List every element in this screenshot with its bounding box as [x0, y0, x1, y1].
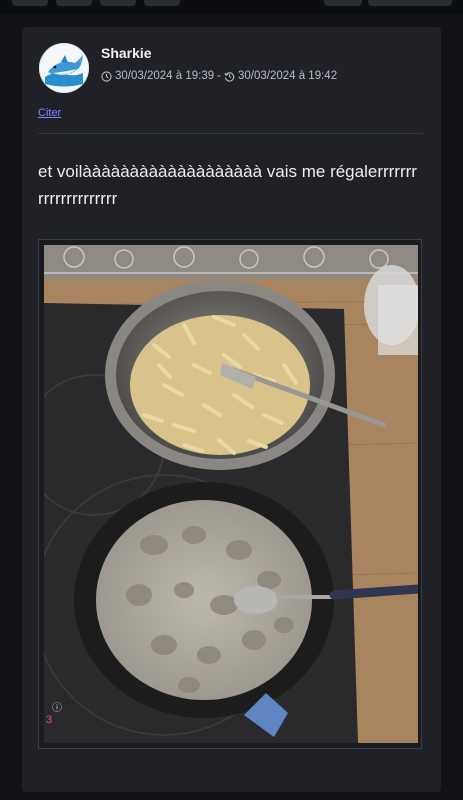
svg-text:3: 3 [46, 714, 52, 726]
timestamp-separator: - [217, 70, 221, 82]
post-author[interactable]: Sharkie [101, 45, 152, 61]
post-image-pasta-and-mushroom-sauce: ⓘ 3 [44, 245, 418, 743]
divider [38, 133, 423, 134]
post-image-frame[interactable]: ⓘ 3 [38, 239, 422, 749]
post-body: et voilààààààààààààààààààà vais me régal… [38, 162, 417, 208]
created-timestamp: 30/03/2024 à 19:39 [115, 70, 215, 82]
post-timestamps: 30/03/2024 à 19:39 - 30/03/2024 à 19:42 [101, 70, 337, 82]
history-icon [224, 71, 235, 82]
shark-avatar[interactable] [39, 43, 89, 93]
quote-link[interactable]: Citer [38, 107, 61, 119]
nav-tab[interactable] [100, 0, 136, 6]
nav-tab[interactable] [368, 0, 452, 6]
nav-tab[interactable] [12, 0, 48, 6]
edited-timestamp: 30/03/2024 à 19:42 [237, 70, 338, 82]
forum-post: Sharkie 30/03/2024 à 19:39 - 30/03/2024 … [22, 27, 441, 792]
nav-tab[interactable] [56, 0, 92, 6]
nav-tab[interactable] [144, 0, 180, 6]
top-nav-strip [0, 0, 463, 14]
nav-tab[interactable] [324, 0, 362, 6]
clock-icon [101, 70, 112, 82]
svg-text:ⓘ: ⓘ [52, 702, 62, 714]
